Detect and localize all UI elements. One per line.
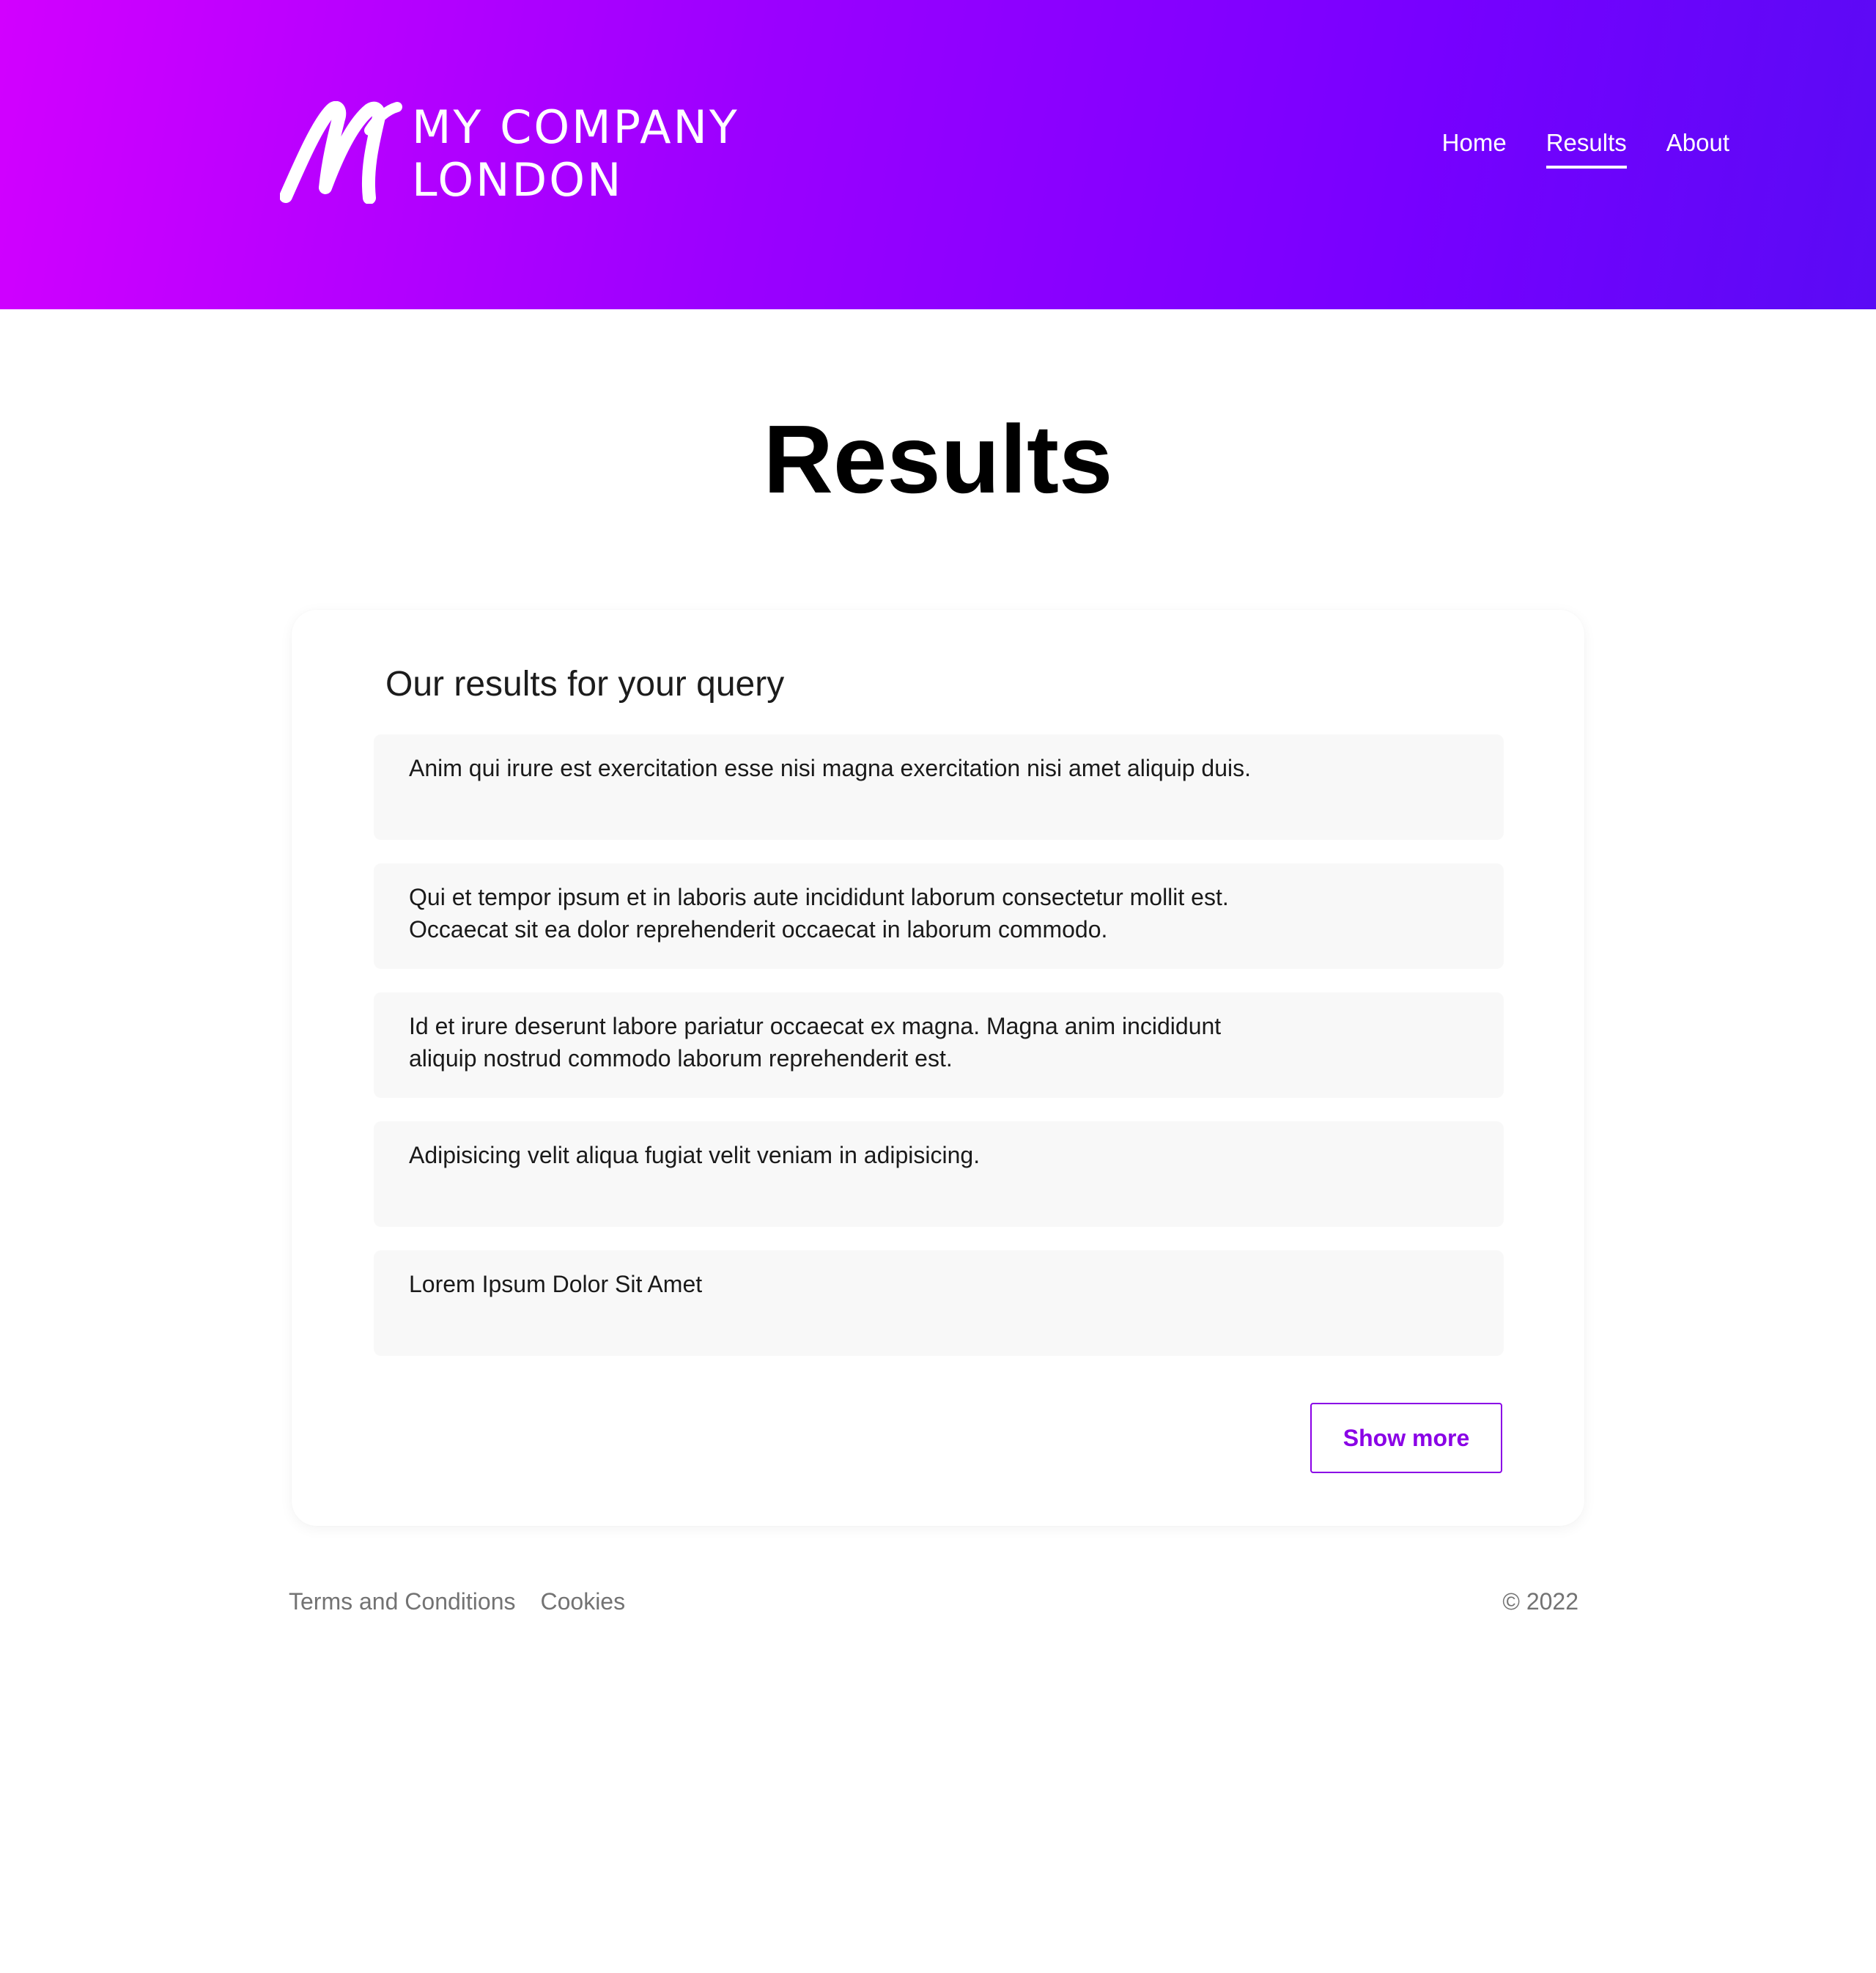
copyright: © 2022 <box>1502 1588 1578 1615</box>
result-text: Id et irure deserunt labore pariatur occ… <box>409 1013 1222 1072</box>
result-item[interactable]: Qui et tempor ipsum et in laboris aute i… <box>374 863 1504 969</box>
result-item[interactable]: Lorem Ipsum Dolor Sit Amet <box>374 1250 1504 1356</box>
results-card: Our results for your query Anim qui irur… <box>292 610 1584 1526</box>
result-item[interactable]: Adipisicing velit aliqua fugiat velit ve… <box>374 1121 1504 1227</box>
result-text: Anim qui irure est exercitation esse nis… <box>409 755 1251 781</box>
footer-link-terms[interactable]: Terms and Conditions <box>289 1583 515 1620</box>
nav-results[interactable]: Results <box>1546 126 1627 169</box>
result-item[interactable]: Anim qui irure est exercitation esse nis… <box>374 734 1504 840</box>
site-header: MY COMPANY LONDON Home Results About <box>0 0 1876 309</box>
site-footer: Terms and Conditions Cookies © 2022 <box>289 1583 1578 1620</box>
m-script-logo-icon <box>280 101 402 204</box>
logo-line-1: MY COMPANY <box>412 100 739 154</box>
results-card-title: Our results for your query <box>385 665 785 704</box>
company-logo[interactable]: MY COMPANY LONDON <box>280 101 749 207</box>
result-text: Lorem Ipsum Dolor Sit Amet <box>409 1271 703 1297</box>
result-text: Adipisicing velit aliqua fugiat velit ve… <box>409 1142 981 1168</box>
nav-home[interactable]: Home <box>1442 126 1507 169</box>
nav-about[interactable]: About <box>1666 126 1729 169</box>
show-more-button[interactable]: Show more <box>1310 1403 1502 1473</box>
logo-line-2: LONDON <box>412 153 624 207</box>
result-item[interactable]: Id et irure deserunt labore pariatur occ… <box>374 992 1504 1098</box>
company-name: MY COMPANY LONDON <box>412 101 739 207</box>
results-list: Anim qui irure est exercitation esse nis… <box>374 734 1504 1379</box>
page-title: Results <box>763 405 1113 513</box>
main-nav: Home Results About <box>1442 126 1729 169</box>
footer-link-cookies[interactable]: Cookies <box>540 1583 625 1620</box>
result-text: Qui et tempor ipsum et in laboris aute i… <box>409 884 1229 943</box>
footer-links: Terms and Conditions Cookies <box>289 1583 625 1620</box>
